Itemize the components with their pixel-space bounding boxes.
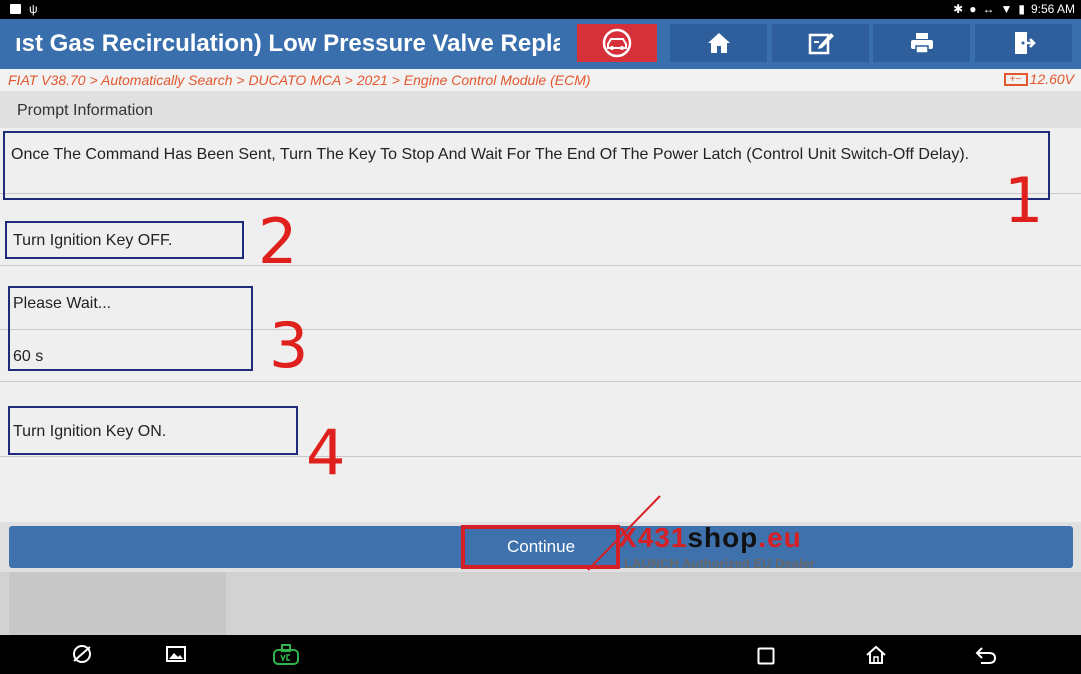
navigation-bar <box>0 635 1081 674</box>
annotation-box-2 <box>5 221 244 259</box>
annotation-number-3: 3 <box>269 309 309 382</box>
bluetooth-icon: ✱ <box>953 2 964 16</box>
wifi-icon: ▼ <box>1000 2 1013 16</box>
watermark: X431shop.eu LAUNCH Authorized EU Dealer <box>587 495 840 572</box>
exit-icon <box>1014 32 1036 54</box>
image-icon <box>10 4 21 14</box>
diagnose-button[interactable] <box>577 24 657 62</box>
annotation-number-4: 4 <box>306 416 346 489</box>
home-nav-icon[interactable] <box>865 645 887 665</box>
annotation-number-2: 2 <box>258 205 298 278</box>
annotation-number-1: 1 <box>1004 164 1044 237</box>
voltage-indicator: +− 12.60V <box>1003 71 1074 87</box>
printer-icon <box>910 33 933 54</box>
bottom-panel <box>0 572 1081 635</box>
diagnose-icon <box>602 28 632 58</box>
browser-icon[interactable] <box>71 643 93 665</box>
bottom-left-panel <box>9 572 226 635</box>
annotation-box-3 <box>8 286 253 371</box>
back-icon[interactable] <box>975 645 997 665</box>
prompt-header-label: Prompt Information <box>17 102 154 119</box>
home-icon <box>707 33 730 53</box>
exit-button[interactable] <box>975 24 1072 62</box>
recents-icon[interactable] <box>757 647 775 665</box>
do-not-disturb-icon: ● <box>969 2 977 16</box>
prompt-header: Prompt Information <box>0 91 1081 128</box>
watermark-brand: X431shop.eu <box>618 522 802 553</box>
page-title: ıst Gas Recirculation) Low Pressure Valv… <box>15 30 560 57</box>
report-button[interactable] <box>772 24 869 62</box>
title-bar: ıst Gas Recirculation) Low Pressure Valv… <box>0 19 1081 69</box>
gallery-icon[interactable] <box>166 646 186 662</box>
watermark-tagline: LAUNCH Authorized EU Dealer <box>624 556 815 571</box>
annotation-box-4 <box>8 406 298 455</box>
car-battery-icon: +− <box>1003 72 1028 86</box>
edit-report-icon <box>808 33 834 55</box>
usb-icon: ψ <box>29 2 38 16</box>
status-bar: ψ ✱ ● ↔ ▼ ▮ 9:56 AM <box>0 0 1081 19</box>
print-button[interactable] <box>873 24 970 62</box>
voltage-value: 12.60V <box>1029 71 1074 87</box>
breadcrumb-bar: FIAT V38.70 > Automatically Search > DUC… <box>0 69 1081 91</box>
data-arrows-icon: ↔ <box>982 2 995 16</box>
battery-icon: ▮ <box>1018 2 1025 16</box>
vci-icon[interactable] <box>272 644 300 666</box>
annotation-box-1 <box>3 131 1050 200</box>
home-button[interactable] <box>670 24 767 62</box>
breadcrumb: FIAT V38.70 > Automatically Search > DUC… <box>8 72 591 88</box>
status-time: 9:56 AM <box>1030 2 1075 16</box>
